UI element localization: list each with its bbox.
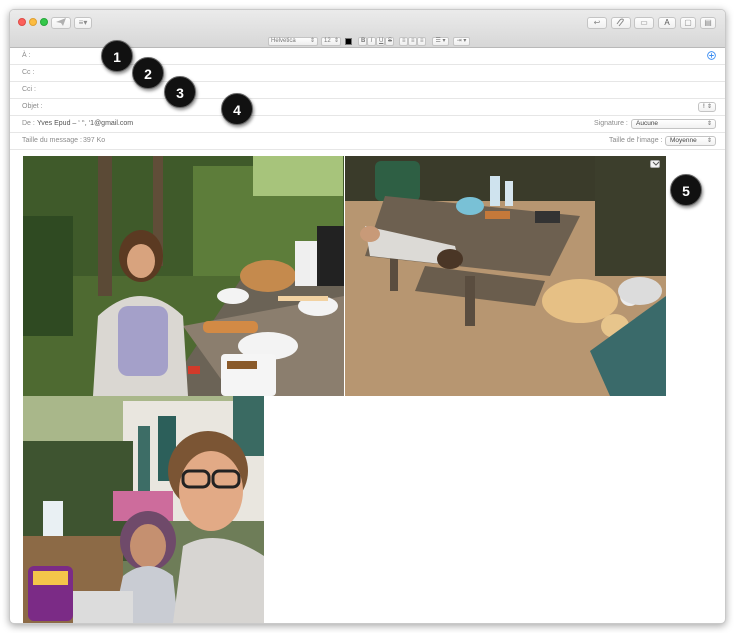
photo-picnic-dog-image [345, 156, 666, 396]
cc-label: Cc : [22, 69, 35, 76]
chevron-updown-icon: ⇕ [706, 121, 712, 127]
minimize-window-button[interactable] [29, 18, 37, 26]
priority-value: ! [703, 103, 705, 110]
align-left-button[interactable]: ≡ [399, 37, 408, 46]
bcc-label: Cci : [22, 86, 36, 93]
priority-select[interactable]: ! ⇕ [698, 102, 716, 112]
chevron-down-icon [652, 161, 660, 166]
annotation-badge: 1 [101, 40, 133, 72]
subject-label: Objet : [22, 103, 43, 110]
sidebar-toggle-button[interactable]: ▤ [700, 17, 716, 29]
attach-button[interactable] [611, 17, 631, 29]
signature-select[interactable]: Aucune ⇕ [631, 119, 716, 129]
mail-compose-window: ≡▾ ↩ ▭ A ▢ ▤ Helvetica ⇕ 12 ⇕ B I U S ≡ … [9, 9, 726, 624]
paperclip-icon [616, 18, 624, 27]
annotation-badge: 3 [164, 76, 196, 108]
photo-picnic-dog[interactable] [345, 156, 666, 396]
font-family-value: Helvetica [271, 38, 296, 44]
photo-browser-button[interactable]: ▭ [634, 17, 654, 29]
image-size-select[interactable]: Moyenne ⇕ [665, 136, 716, 146]
message-size-value: 397 Ko [83, 137, 106, 144]
font-size-select[interactable]: 12 ⇕ [321, 37, 341, 46]
font-family-select[interactable]: Helvetica ⇕ [268, 37, 318, 46]
to-label: À : [22, 52, 31, 59]
align-center-button[interactable]: ≡ [408, 37, 417, 46]
image-options-button[interactable] [650, 160, 660, 168]
close-window-button[interactable] [18, 18, 26, 26]
chevron-updown-icon: ⇕ [309, 38, 315, 44]
header-fields-button[interactable]: ≡▾ [74, 17, 92, 29]
list-style-button[interactable]: ☰ ▾ [432, 37, 449, 46]
photo-garden-breakfast[interactable] [23, 156, 344, 396]
strikethrough-button[interactable]: S [385, 37, 394, 46]
image-size-label: Taille de l'image : [609, 137, 663, 144]
message-size-label: Taille du message : [22, 137, 82, 144]
fonts-button[interactable]: A [658, 17, 676, 29]
send-button[interactable] [51, 17, 71, 29]
italic-button[interactable]: I [367, 37, 376, 46]
bold-button[interactable]: B [358, 37, 367, 46]
chevron-updown-icon: ⇕ [706, 138, 712, 144]
chevron-updown-icon: ⇕ [333, 38, 339, 44]
photo-selfie-image [23, 396, 264, 623]
chevron-updown-icon: ⇕ [706, 104, 712, 110]
annotation-badge: 5 [670, 174, 702, 206]
font-size-value: 12 [324, 38, 331, 44]
photo-garden-breakfast-image [23, 156, 344, 396]
stationery-button[interactable]: ▢ [680, 17, 696, 29]
annotation-badge: 2 [132, 57, 164, 89]
message-body[interactable] [10, 151, 725, 623]
add-contact-icon[interactable] [707, 51, 716, 60]
message-size-row: Taille du message : 397 Ko Taille de l'i… [10, 133, 725, 150]
from-value[interactable]: Yves Epud – ‘ ‘‘, ‘1@gmail.com [37, 120, 133, 127]
subject-field-row[interactable]: Objet : ! ⇕ [10, 99, 725, 116]
indent-button[interactable]: ⇥ ▾ [453, 37, 470, 46]
image-size-value: Moyenne [670, 137, 697, 144]
undo-button[interactable]: ↩ [587, 17, 607, 29]
from-label: De : [22, 120, 35, 127]
photo-selfie[interactable] [23, 396, 264, 623]
signature-label: Signature : [594, 120, 628, 127]
bcc-field-row[interactable]: Cci : [10, 82, 725, 99]
from-field-row: De : Yves Epud – ‘ ‘‘, ‘1@gmail.com Sign… [10, 116, 725, 133]
send-icon [56, 18, 66, 26]
signature-value: Aucune [636, 120, 659, 127]
annotation-badge: 4 [221, 93, 253, 125]
align-right-button[interactable]: ≡ [417, 37, 426, 46]
zoom-window-button[interactable] [40, 18, 48, 26]
text-color-swatch[interactable] [345, 38, 352, 45]
underline-button[interactable]: U [376, 37, 385, 46]
